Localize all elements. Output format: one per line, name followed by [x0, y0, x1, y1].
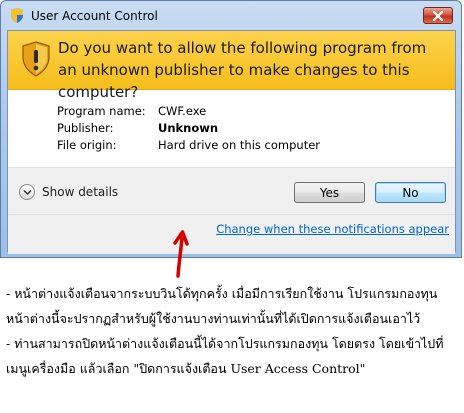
red-arrow-annotation	[173, 230, 189, 278]
uac-shield-icon	[11, 8, 23, 23]
window-title: User Account Control	[31, 9, 158, 23]
detail-value: Hard drive on this computer	[158, 138, 321, 152]
no-button[interactable]: No	[375, 182, 446, 203]
chevron-down-icon[interactable]	[19, 184, 35, 200]
detail-value: Unknown	[158, 121, 219, 135]
detail-label: Publisher:	[57, 121, 114, 135]
detail-value: CWF.exe	[158, 104, 207, 118]
note-line: - หน้าต่างแจ้งเตือนจากระบบวินโด้ทุกครั้ง…	[6, 286, 438, 301]
note-line: - ท่านสามารถปิดหน้าต่างแจ้งเตือนนี้ได้จา…	[6, 336, 444, 351]
detail-row-publisher: Publisher: Unknown	[57, 120, 320, 137]
yes-button[interactable]: Yes	[294, 182, 365, 203]
show-details-label[interactable]: Show details	[42, 185, 118, 199]
title-bar[interactable]: User Account Control	[1, 1, 461, 29]
note-line: เมนูเครื่องมือ แล้วเลือก "ปิดการแจ้งเตือ…	[6, 361, 366, 376]
detail-row-file-origin: File origin: Hard drive on this computer	[57, 137, 320, 154]
program-details: Program name: CWF.exe Publisher: Unknown…	[57, 103, 320, 154]
warning-banner: Do you want to allow the following progr…	[8, 31, 455, 101]
dialog-footer: Show details Yes No Change when these no…	[8, 167, 455, 254]
footer-divider	[8, 214, 455, 215]
detail-label: Program name:	[57, 104, 146, 118]
detail-label: File origin:	[57, 138, 117, 152]
change-notifications-link[interactable]: Change when these notifications appear	[216, 222, 449, 236]
dialog-client-area: Do you want to allow the following progr…	[7, 30, 456, 254]
warning-shield-icon	[22, 41, 50, 77]
show-details-toggle[interactable]: Show details	[19, 184, 118, 200]
permission-question: Do you want to allow the following progr…	[58, 39, 427, 101]
close-icon	[432, 10, 444, 21]
note-line: หน้าต่างนี้จะปรากฏสำหรับผู้ใช้งานบางท่าน…	[6, 311, 421, 326]
uac-dialog-window: User Account Control Do you want to allo…	[0, 0, 462, 258]
close-button[interactable]	[423, 7, 453, 24]
thai-instruction-note: - หน้าต่างแจ้งเตือนจากระบบวินโด้ทุกครั้ง…	[6, 281, 462, 381]
detail-row-program-name: Program name: CWF.exe	[57, 103, 320, 120]
